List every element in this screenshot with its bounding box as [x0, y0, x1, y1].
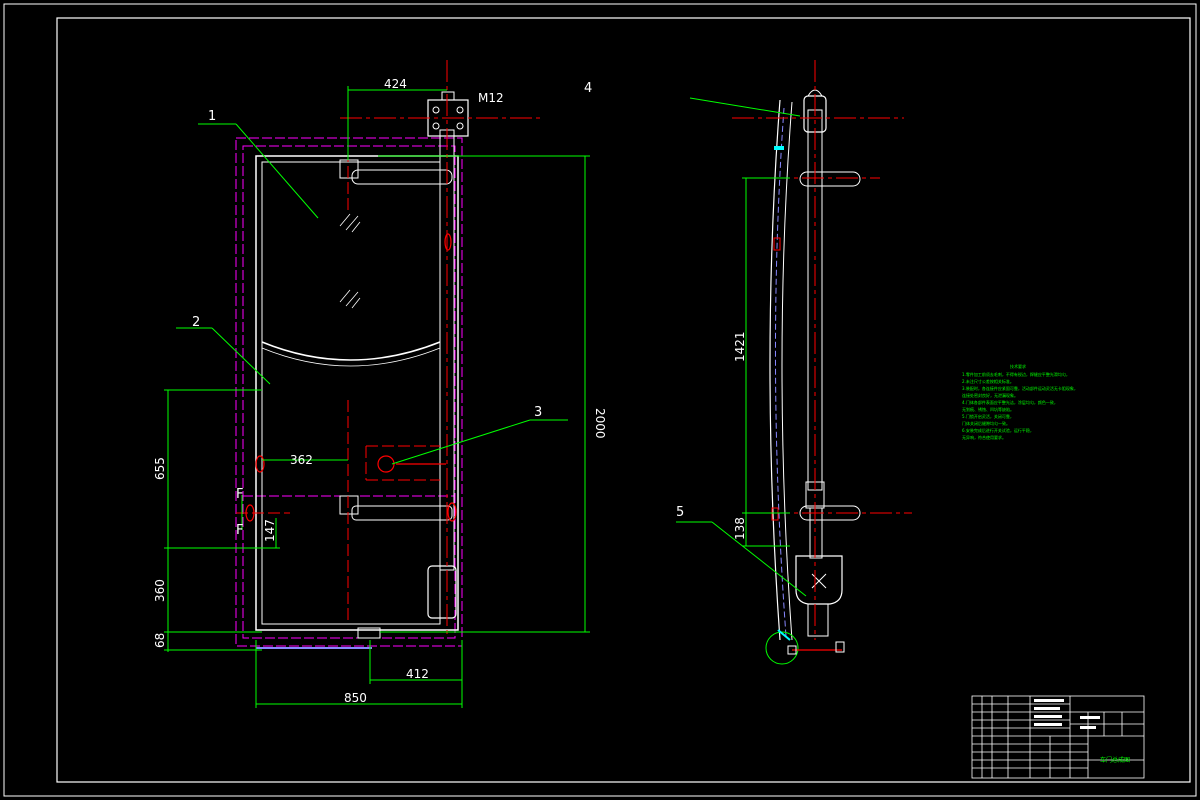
lock-cylinder [377, 455, 395, 473]
dim-hinge-offset: 424 [384, 77, 407, 91]
note-line: 3.装配时，各连接件应紧固可靠，活动部件运动灵活无卡阻现象， [962, 385, 1078, 391]
side-bottom-detail [765, 631, 799, 665]
upper-arm-clamp [339, 159, 359, 179]
glass-hatch-lower [339, 289, 361, 309]
front-view: 424 M12 2000 362 655 147 360 68 412 850 … [153, 60, 607, 708]
dim-handle-to-edge: 362 [290, 453, 313, 467]
side-upper-arm [799, 171, 861, 187]
glass-hatch-upper [339, 213, 361, 233]
note-line: 1.零件加工前须去毛刺，不得有锐边，焊缝应平整光滑均匀， [962, 371, 1070, 377]
callout-3: 3 [534, 405, 542, 420]
front-dimensions [164, 86, 590, 708]
cad-drawing-canvas: 424 M12 2000 362 655 147 360 68 412 850 … [3, 3, 1197, 797]
note-line: 4.门体各部件表面应平整光洁，涂层均匀，颜色一致， [962, 399, 1058, 405]
side-view: 1421 138 5 [676, 60, 912, 665]
dim-small-offset: 147 [263, 519, 277, 542]
drawing-title: 车门总成图 [1100, 756, 1130, 764]
dim-lower-offset: 138 [733, 517, 747, 540]
section-mark-bottom: F [236, 523, 243, 538]
dim-lower-span: 360 [153, 579, 167, 602]
door-leaf-outer [255, 155, 459, 631]
lower-arm [351, 505, 453, 521]
note-line: 无划痕、锈蚀、凹坑等缺陷。 [962, 406, 1014, 412]
actuator-box [427, 565, 457, 619]
callout-5: 5 [676, 505, 684, 520]
callout-2: 2 [192, 315, 200, 330]
dim-lock-width: 412 [406, 667, 429, 681]
dim-height: 2000 [593, 408, 607, 439]
note-line: 5.门锁开启灵活，关闭可靠， [962, 413, 1014, 419]
callout-1: 1 [208, 109, 216, 124]
dim-bolt: M12 [478, 91, 504, 105]
technical-notes: 技术要求 1.零件加工前须去毛刺，不得有锐边，焊缝应平整光滑均匀， 2.未注尺寸… [962, 363, 1078, 440]
side-actuator [795, 555, 843, 605]
notes-title: 技术要求 [1010, 363, 1026, 369]
dim-upper-span: 655 [153, 457, 167, 480]
upper-arm [351, 169, 453, 185]
dim-upper-height: 1421 [733, 331, 747, 362]
note-line: 门体关闭后缝隙均匀一致。 [962, 420, 1010, 426]
note-line: 2.未注尺寸公差按相关标准。 [962, 378, 1014, 384]
side-post-lower [809, 507, 823, 559]
note-line: 6.安装完成后进行开关试验，运行平稳， [962, 427, 1034, 433]
dim-bottom-gap: 68 [153, 633, 167, 648]
door-frame-inner [242, 145, 456, 639]
lower-arm-clamp [339, 495, 359, 515]
dim-width: 850 [344, 691, 367, 705]
door-leaf-inner [261, 161, 441, 625]
note-line: 无异响，符合使用要求。 [962, 434, 1006, 440]
side-door-panel [769, 99, 781, 641]
callout-4: 4 [584, 81, 592, 96]
section-mark-top: F [236, 487, 243, 502]
note-line: 连接处密封良好，无泄漏现象。 [962, 392, 1018, 398]
front-leaders [176, 123, 568, 465]
